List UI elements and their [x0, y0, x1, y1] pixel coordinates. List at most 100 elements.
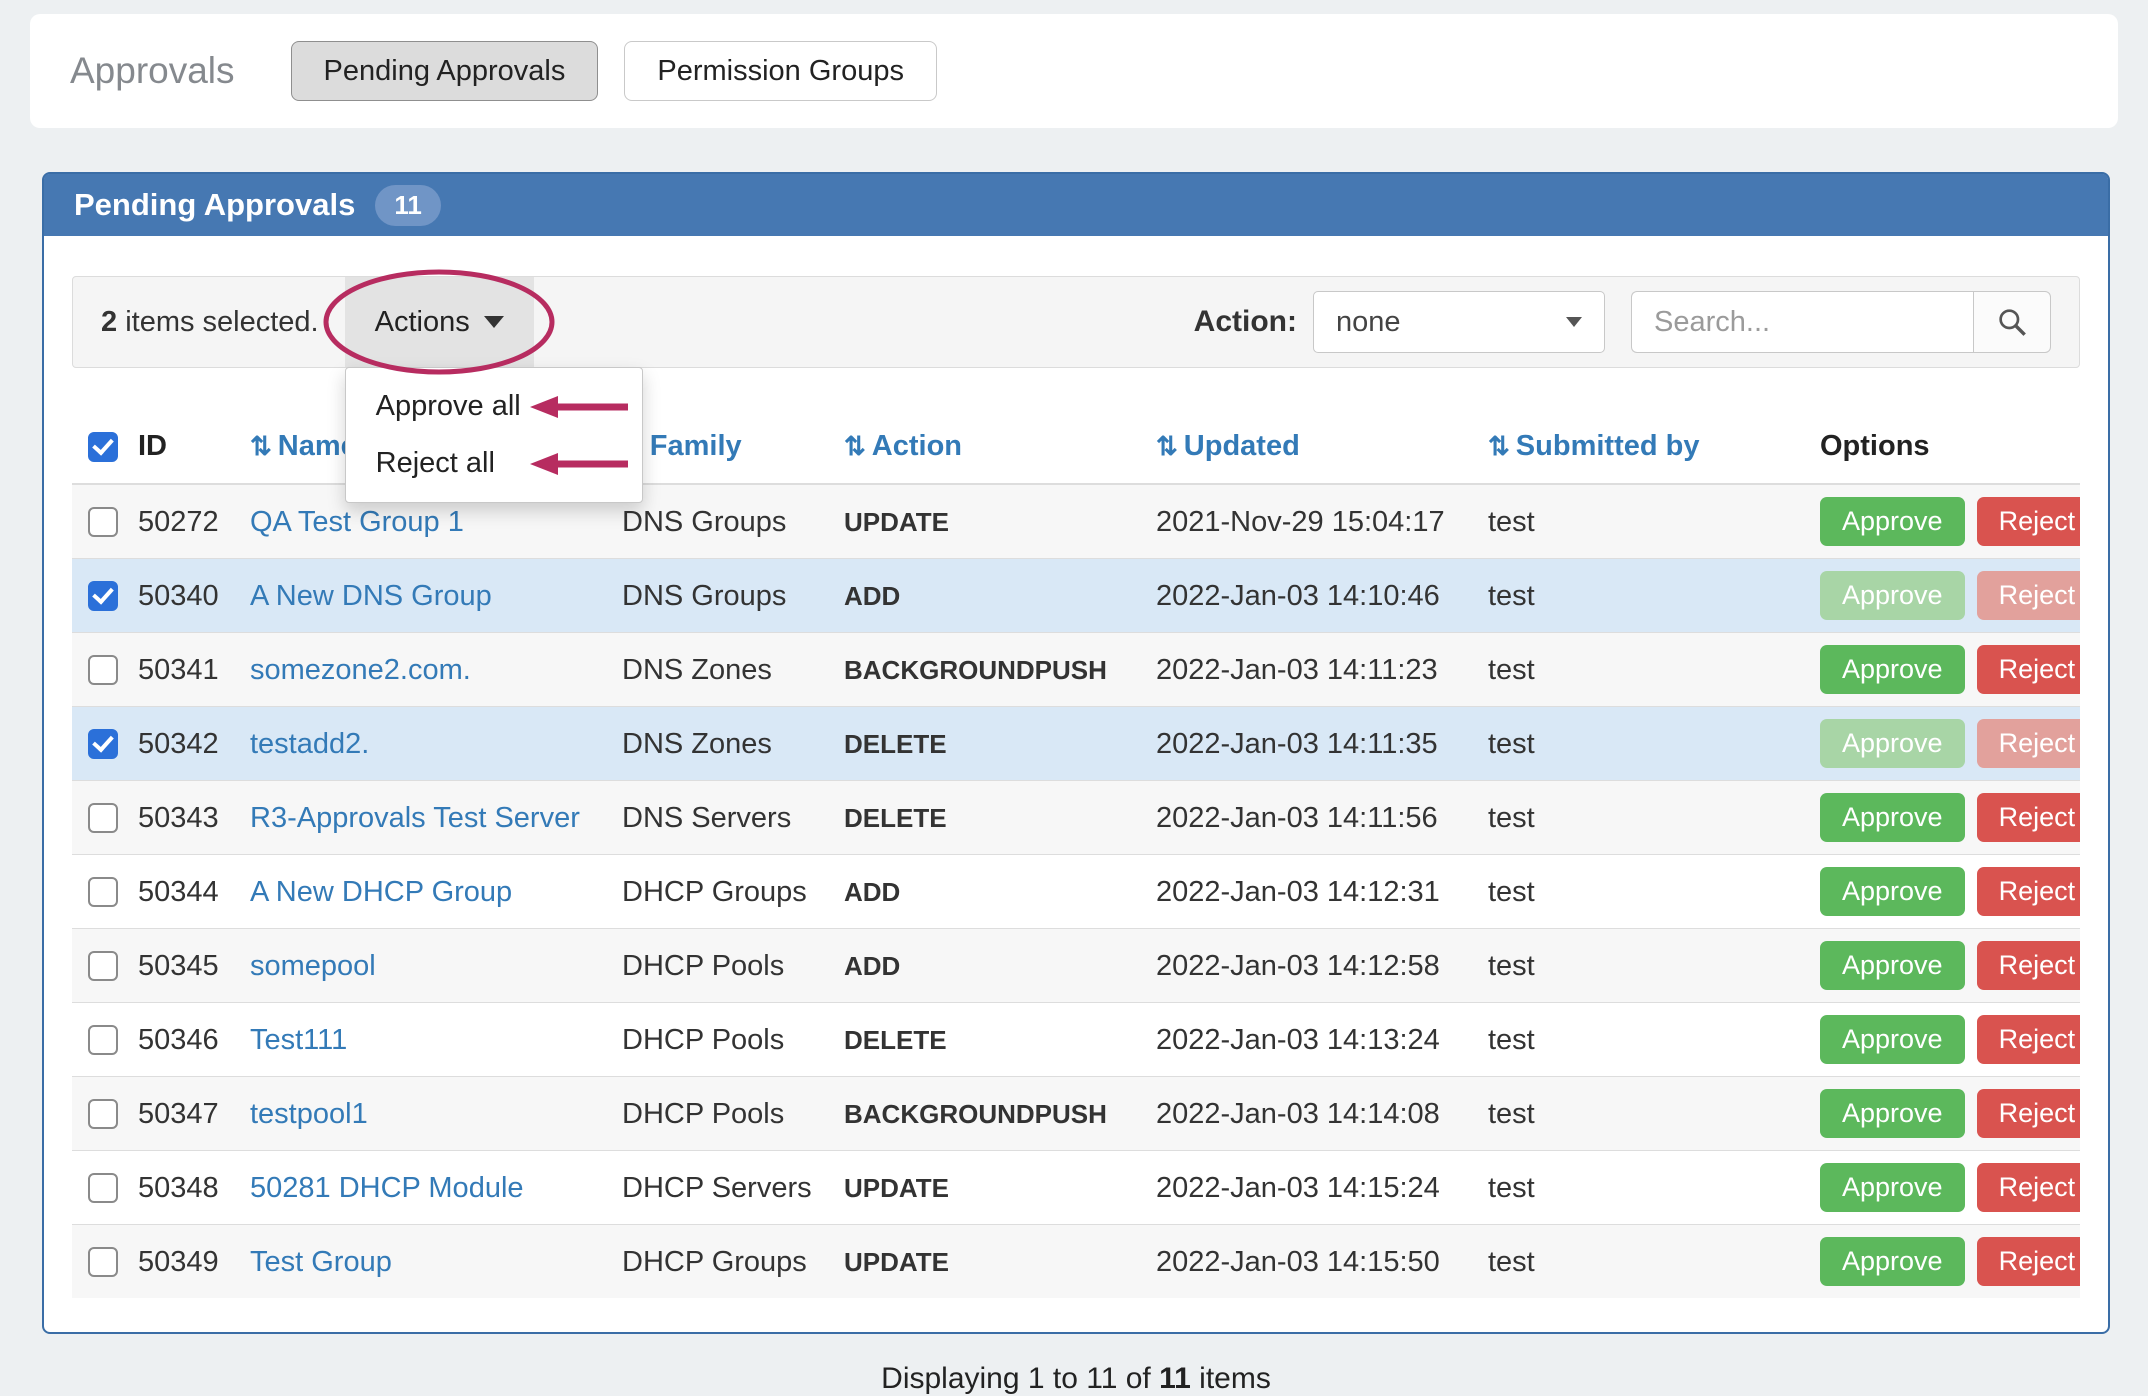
row-id: 50343 [128, 781, 240, 855]
footer-prefix: Displaying 1 to 11 of [881, 1362, 1159, 1395]
approve-button[interactable]: Approve [1820, 1015, 1965, 1064]
reject-button[interactable]: Reject [1977, 719, 2080, 768]
approve-button[interactable]: Approve [1820, 867, 1965, 916]
approve-button[interactable]: Approve [1820, 1163, 1965, 1212]
approve-button[interactable]: Approve [1820, 1237, 1965, 1286]
reject-button[interactable]: Reject [1977, 1089, 2080, 1138]
search-button[interactable] [1973, 291, 2051, 353]
menu-item-reject-all[interactable]: Reject all [346, 435, 642, 492]
row-action: DELETE [834, 1003, 1146, 1077]
row-name-link[interactable]: somezone2.com. [250, 654, 471, 686]
row-submitted-by: test [1478, 1003, 1810, 1077]
select-all-checkbox[interactable] [88, 432, 118, 462]
row-updated: 2022-Jan-03 14:12:58 [1146, 929, 1478, 1003]
row-family: DHCP Pools [612, 929, 834, 1003]
row-action: UPDATE [834, 1225, 1146, 1299]
table-row: 50343 R3-Approvals Test Server DNS Serve… [72, 781, 2080, 855]
row-name-link[interactable]: 50281 DHCP Module [250, 1172, 524, 1204]
row-name-link[interactable]: testadd2. [250, 728, 369, 760]
toolbar: 2 items selected. Actions Approve all [72, 276, 2080, 368]
column-header-submitted-by[interactable]: ⇅Submitted by [1478, 424, 1810, 484]
row-checkbox[interactable] [88, 1173, 118, 1203]
row-checkbox[interactable] [88, 507, 118, 537]
row-checkbox[interactable] [88, 951, 118, 981]
panel-header: Pending Approvals 11 [44, 174, 2108, 236]
actions-button[interactable]: Actions [345, 277, 534, 367]
sort-icon: ⇅ [1156, 431, 1178, 461]
pending-approvals-panel: Pending Approvals 11 2 items selected. A… [42, 172, 2110, 1334]
footer-suffix: items [1191, 1362, 1271, 1395]
column-header-family[interactable]: ⇅Family [612, 424, 834, 484]
row-checkbox[interactable] [88, 803, 118, 833]
row-family: DHCP Groups [612, 1225, 834, 1299]
actions-button-label: Actions [375, 306, 470, 339]
row-action: DELETE [834, 707, 1146, 781]
row-submitted-by: test [1478, 484, 1810, 559]
approve-button[interactable]: Approve [1820, 1089, 1965, 1138]
row-action: UPDATE [834, 1151, 1146, 1225]
pending-count-badge: 11 [375, 185, 441, 226]
approve-button[interactable]: Approve [1820, 941, 1965, 990]
row-id: 50346 [128, 1003, 240, 1077]
reject-button[interactable]: Reject [1977, 941, 2080, 990]
reject-button[interactable]: Reject [1977, 1163, 2080, 1212]
approve-button[interactable]: Approve [1820, 497, 1965, 546]
row-checkbox[interactable] [88, 877, 118, 907]
search-input[interactable] [1631, 291, 1973, 353]
row-id: 50342 [128, 707, 240, 781]
row-action: BACKGROUNDPUSH [834, 633, 1146, 707]
approve-button[interactable]: Approve [1820, 793, 1965, 842]
reject-button[interactable]: Reject [1977, 645, 2080, 694]
row-name-link[interactable]: Test Group [250, 1246, 392, 1278]
row-action: ADD [834, 559, 1146, 633]
row-family: DNS Groups [612, 484, 834, 559]
row-name-link[interactable]: Test111 [250, 1024, 347, 1056]
approve-button[interactable]: Approve [1820, 571, 1965, 620]
row-checkbox[interactable] [88, 1247, 118, 1277]
row-updated: 2022-Jan-03 14:12:31 [1146, 855, 1478, 929]
menu-item-approve-all[interactable]: Approve all [346, 378, 642, 435]
row-id: 50272 [128, 484, 240, 559]
row-id: 50344 [128, 855, 240, 929]
row-checkbox[interactable] [88, 655, 118, 685]
approve-button[interactable]: Approve [1820, 645, 1965, 694]
row-checkbox[interactable] [88, 581, 118, 611]
row-action: ADD [834, 855, 1146, 929]
reject-button[interactable]: Reject [1977, 793, 2080, 842]
row-name-link[interactable]: QA Test Group 1 [250, 506, 464, 538]
approve-button[interactable]: Approve [1820, 719, 1965, 768]
row-family: DHCP Pools [612, 1077, 834, 1151]
action-filter-value: none [1336, 306, 1401, 339]
table-row: 50342 testadd2. DNS Zones DELETE 2022-Ja… [72, 707, 2080, 781]
tab-pending-approvals[interactable]: Pending Approvals [291, 41, 599, 101]
row-checkbox[interactable] [88, 1099, 118, 1129]
table-row: 50348 50281 DHCP Module DHCP Servers UPD… [72, 1151, 2080, 1225]
row-name-link[interactable]: A New DNS Group [250, 580, 492, 612]
reject-button[interactable]: Reject [1977, 571, 2080, 620]
row-updated: 2022-Jan-03 14:15:50 [1146, 1225, 1478, 1299]
annotation-arrow-icon [528, 448, 632, 480]
row-submitted-by: test [1478, 1151, 1810, 1225]
annotation-arrow-icon [528, 391, 632, 423]
row-checkbox[interactable] [88, 729, 118, 759]
column-header-updated[interactable]: ⇅Updated [1146, 424, 1478, 484]
row-updated: 2022-Jan-03 14:14:08 [1146, 1077, 1478, 1151]
row-checkbox[interactable] [88, 1025, 118, 1055]
table-body: 50272 QA Test Group 1 DNS Groups UPDATE … [72, 484, 2080, 1298]
row-name-link[interactable]: somepool [250, 950, 376, 982]
row-submitted-by: test [1478, 781, 1810, 855]
column-header-action[interactable]: ⇅Action [834, 424, 1146, 484]
row-name-link[interactable]: testpool1 [250, 1098, 368, 1130]
search-group [1631, 291, 2051, 353]
row-name-link[interactable]: A New DHCP Group [250, 876, 512, 908]
reject-button[interactable]: Reject [1977, 497, 2080, 546]
tab-permission-groups[interactable]: Permission Groups [624, 41, 937, 101]
row-name-link[interactable]: R3-Approvals Test Server [250, 802, 580, 834]
reject-button[interactable]: Reject [1977, 1237, 2080, 1286]
caret-down-icon [484, 316, 504, 328]
row-action: DELETE [834, 781, 1146, 855]
action-filter-select[interactable]: none [1313, 291, 1605, 353]
table-row: 50340 A New DNS Group DNS Groups ADD 202… [72, 559, 2080, 633]
reject-button[interactable]: Reject [1977, 867, 2080, 916]
reject-button[interactable]: Reject [1977, 1015, 2080, 1064]
